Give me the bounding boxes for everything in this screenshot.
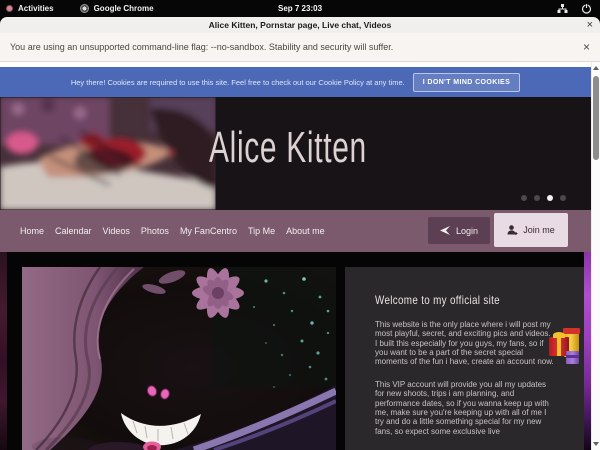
- send-icon: [440, 226, 451, 235]
- browser-viewport: Hey there! Cookies are required to use t…: [0, 62, 600, 450]
- welcome-paragraph-2: This VIP account will provide you all my…: [375, 380, 555, 436]
- window-close-icon[interactable]: ×: [587, 17, 593, 33]
- page-background-strip-right: [584, 252, 591, 450]
- gift-purple-shape: [566, 351, 579, 364]
- flag-warning-close-icon[interactable]: ×: [583, 40, 590, 54]
- carousel-dot[interactable]: [521, 195, 527, 201]
- add-user-icon: [507, 225, 518, 235]
- site-title: Alice Kitten: [209, 123, 367, 173]
- cookie-notice-bar: Hey there! Cookies are required to use t…: [0, 67, 591, 97]
- desktop-screen: Activities Google Chrome Sep 7 23:03 Ali…: [0, 0, 600, 450]
- nav-item-about-me[interactable]: About me: [286, 226, 325, 236]
- scrollbar-down-arrow-icon[interactable]: [593, 442, 599, 446]
- carousel-dot[interactable]: [534, 195, 540, 201]
- flag-warning-text: You are using an unsupported command-lin…: [10, 42, 393, 52]
- main-content: Welcome to my official site This website…: [0, 252, 591, 450]
- join-button[interactable]: Join me: [494, 213, 568, 247]
- window-title: Alice Kitten, Pornstar page, Live chat, …: [209, 20, 392, 30]
- welcome-paragraph-1: This website is the only place where i w…: [375, 320, 555, 367]
- page-scrollbar[interactable]: [591, 62, 600, 450]
- nav-item-my-fancentro[interactable]: My FanCentro: [180, 226, 237, 236]
- power-icon[interactable]: [581, 3, 592, 14]
- nav-item-calendar[interactable]: Calendar: [55, 226, 92, 236]
- nav-item-home[interactable]: Home: [20, 226, 44, 236]
- carousel-dot-active[interactable]: [547, 195, 553, 201]
- scrollbar-up-arrow-icon[interactable]: [593, 66, 599, 70]
- cheshire-cat-image[interactable]: [22, 267, 336, 450]
- site-header: Alice Kitten: [0, 97, 591, 210]
- carousel-dot[interactable]: [560, 195, 566, 201]
- nav-item-videos[interactable]: Videos: [103, 226, 130, 236]
- main-nav: Home Calendar Videos Photos My FanCentro…: [0, 210, 591, 252]
- nav-item-tip-me[interactable]: Tip Me: [248, 226, 275, 236]
- cookie-message: Hey there! Cookies are required to use t…: [71, 78, 405, 87]
- login-label: Login: [456, 226, 478, 236]
- flag-warning-bar: You are using an unsupported command-lin…: [0, 33, 600, 62]
- page-background-strip-left: [0, 252, 7, 450]
- network-icon[interactable]: [557, 3, 568, 14]
- gift-boxes-icon[interactable]: [549, 325, 584, 369]
- nav-item-photos[interactable]: Photos: [141, 226, 169, 236]
- join-label: Join me: [523, 225, 555, 235]
- hero-photo: [0, 97, 216, 210]
- login-button[interactable]: Login: [428, 217, 490, 244]
- accept-cookies-button[interactable]: I DON'T MIND COOKIES: [413, 73, 520, 92]
- clock[interactable]: Sep 7 23:03: [0, 4, 600, 13]
- window-title-bar: Alice Kitten, Pornstar page, Live chat, …: [0, 17, 600, 33]
- carousel-dots: [521, 195, 566, 201]
- scrollbar-thumb[interactable]: [593, 76, 599, 160]
- gnome-top-bar: Activities Google Chrome Sep 7 23:03: [0, 0, 600, 17]
- welcome-heading: Welcome to my official site: [375, 293, 523, 307]
